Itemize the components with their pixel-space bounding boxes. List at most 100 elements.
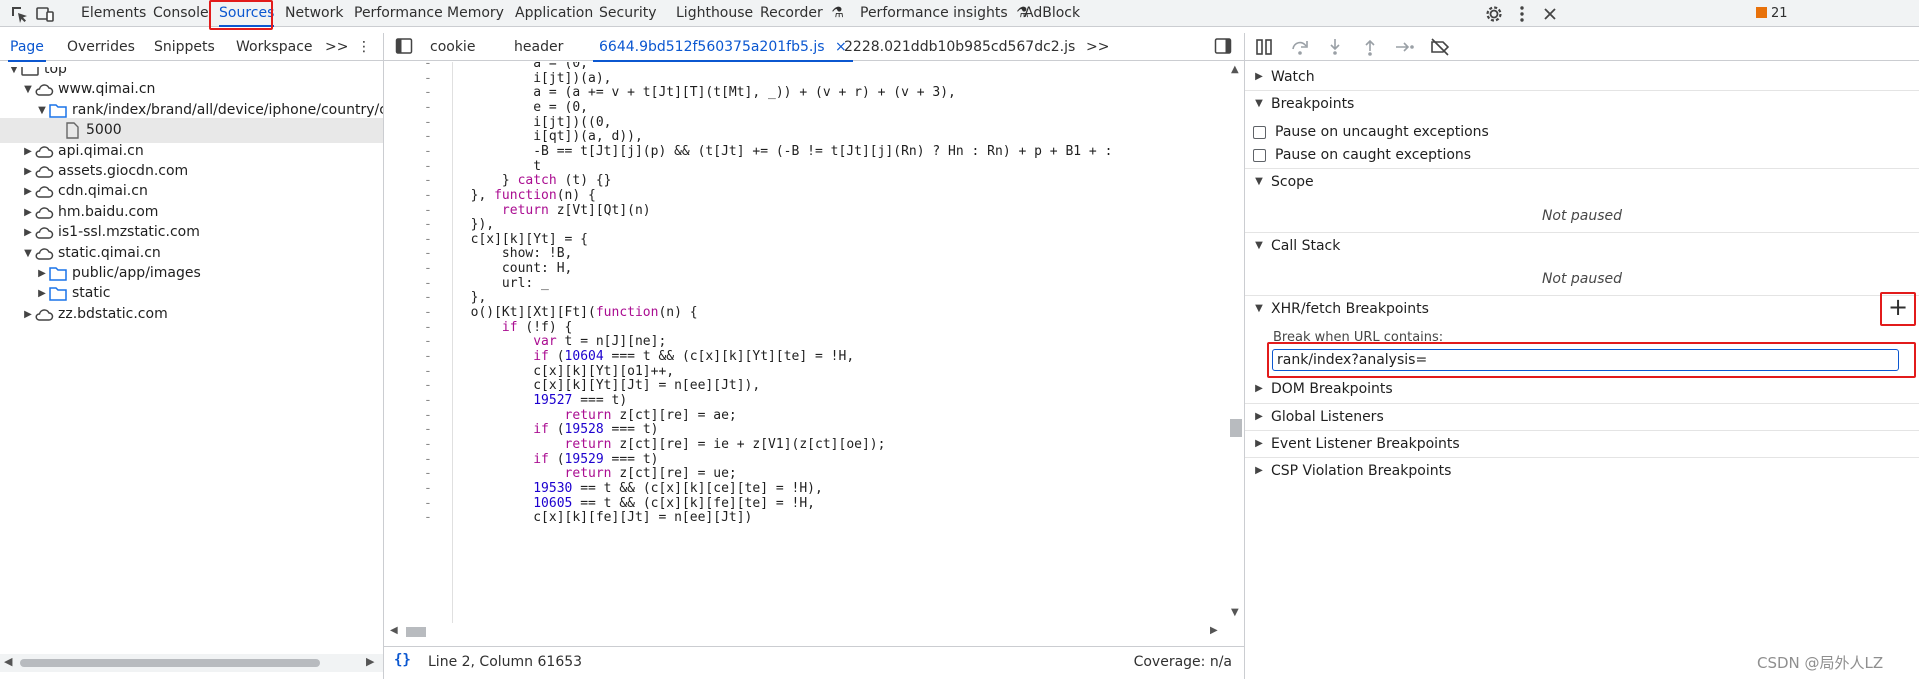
pretty-print-icon[interactable]: {} xyxy=(394,652,411,668)
step-out-icon[interactable] xyxy=(1359,37,1381,57)
global-listeners-section[interactable]: ▶ Global Listeners xyxy=(1245,403,1919,429)
file-icon xyxy=(62,122,82,139)
dom-breakpoints-label: DOM Breakpoints xyxy=(1271,381,1393,397)
watch-label: Watch xyxy=(1271,69,1315,85)
editor-tab-active-script[interactable]: 6644.9bd512f560375a201fb5.js × xyxy=(593,33,853,62)
nav-tab-page[interactable]: Page xyxy=(8,33,46,62)
tab-adblock[interactable]: AdBlock xyxy=(1024,0,1080,27)
step-icon[interactable] xyxy=(1394,37,1416,57)
nav-tab-snippets[interactable]: Snippets xyxy=(154,33,215,61)
scroll-down-arrow-icon[interactable]: ▼ xyxy=(1231,607,1239,618)
device-toolbar-icon[interactable] xyxy=(35,4,55,24)
checkbox-icon[interactable] xyxy=(1253,126,1266,139)
breakpoints-label: Breakpoints xyxy=(1271,96,1355,112)
more-tabs-chevron[interactable]: >> xyxy=(325,33,348,61)
tab-recorder-label: Recorder xyxy=(760,5,823,21)
call-stack-label: Call Stack xyxy=(1271,238,1341,254)
xhr-breakpoints-section[interactable]: ▼ XHR/fetch Breakpoints xyxy=(1245,295,1919,321)
cloud-icon xyxy=(34,143,54,160)
csp-violation-breakpoints-label: CSP Violation Breakpoints xyxy=(1271,463,1452,479)
add-button-highlight xyxy=(1880,292,1916,326)
folder-icon xyxy=(48,285,68,302)
checkbox-icon[interactable] xyxy=(1253,149,1266,162)
expand-arrow-icon: ▶ xyxy=(1255,411,1263,422)
folder-icon xyxy=(48,102,68,119)
settings-gear-icon[interactable] xyxy=(1484,4,1504,24)
expand-arrow-icon: ▶ xyxy=(1255,465,1263,476)
deactivate-breakpoints-icon[interactable] xyxy=(1429,37,1451,57)
scope-section[interactable]: ▼ Scope xyxy=(1245,168,1919,194)
editor-tab-cookie[interactable]: cookie xyxy=(430,33,475,61)
editor-status-bar: {} Line 2, Column 61653 Coverage: n/a xyxy=(384,646,1244,679)
dom-breakpoints-section[interactable]: ▶ DOM Breakpoints xyxy=(1245,376,1919,402)
sources-tab-highlight xyxy=(209,0,273,30)
editor-tab-label: 6644.9bd512f560375a201fb5.js xyxy=(599,39,825,55)
navigator-menu-icon[interactable]: ⋮ xyxy=(357,33,371,61)
tab-performance-insights[interactable]: Performance insights ⚗ xyxy=(860,0,1029,27)
tab-console[interactable]: Console xyxy=(153,0,209,27)
file-tree: ▼ top ▼ www.qimai.cn ▼ rank/index/brand/all/d… xyxy=(0,67,383,647)
call-stack-not-paused: Not paused xyxy=(1541,271,1623,287)
call-stack-section[interactable]: ▼ Call Stack xyxy=(1245,232,1919,258)
cloud-icon xyxy=(34,81,54,98)
event-listener-breakpoints-section[interactable]: ▶ Event Listener Breakpoints xyxy=(1245,430,1919,456)
coverage-status: Coverage: n/a xyxy=(1133,654,1232,670)
tab-memory[interactable]: Memory xyxy=(447,0,504,27)
step-over-icon[interactable] xyxy=(1289,37,1311,57)
editor-horizontal-scrollbar[interactable]: ◀ ▶ xyxy=(384,623,1228,641)
tab-lighthouse[interactable]: Lighthouse xyxy=(676,0,753,27)
csp-violation-breakpoints-section[interactable]: ▶ CSP Violation Breakpoints xyxy=(1245,457,1919,483)
event-listener-breakpoints-label: Event Listener Breakpoints xyxy=(1271,436,1460,452)
pause-icon[interactable] xyxy=(1254,37,1276,57)
scrollbar-thumb[interactable] xyxy=(1230,419,1242,437)
expand-arrow-icon: ▶ xyxy=(1255,383,1263,394)
xhr-input-highlight xyxy=(1267,342,1916,378)
issues-badge[interactable]: 21 xyxy=(1756,5,1788,22)
close-devtools-icon[interactable] xyxy=(1540,4,1560,24)
issue-flag-icon xyxy=(1756,7,1767,18)
editor-tab-header[interactable]: header xyxy=(514,33,563,61)
cloud-icon xyxy=(34,204,54,221)
nav-tab-workspace[interactable]: Workspace xyxy=(236,33,313,61)
editor-vertical-scrollbar[interactable]: ▲ ▼ xyxy=(1228,62,1244,623)
more-editor-tabs-chevron[interactable]: >> xyxy=(1086,33,1109,61)
watch-section[interactable]: ▶ Watch xyxy=(1245,64,1919,90)
tree-item[interactable]: ▶ zz.bdstatic.com xyxy=(0,302,383,327)
tab-elements[interactable]: Elements xyxy=(81,0,146,27)
cloud-icon xyxy=(34,183,54,200)
tab-security[interactable]: Security xyxy=(599,0,657,27)
scroll-right-arrow-icon[interactable]: ▶ xyxy=(1210,625,1218,636)
toggle-navigator-icon[interactable] xyxy=(395,33,413,61)
debugger-sidebar: ▶ Watch ▼ Breakpoints Pause on uncaught … xyxy=(1245,62,1919,482)
scrollbar-thumb[interactable] xyxy=(406,627,426,637)
devtools-toolbar: Elements Console Sources Network Perform… xyxy=(0,0,1919,27)
editor-tab-second-script[interactable]: 2228.021ddb10b985cd567dc2.js xyxy=(844,33,1075,61)
scroll-left-arrow-icon[interactable]: ◀ xyxy=(4,655,12,668)
collapse-arrow-icon: ▼ xyxy=(1255,240,1263,251)
tab-application[interactable]: Application xyxy=(515,0,593,27)
inspect-element-icon[interactable] xyxy=(9,4,29,24)
xhr-breakpoints-label: XHR/fetch Breakpoints xyxy=(1271,301,1429,317)
collapse-arrow-icon: ▼ xyxy=(1255,98,1263,109)
watermark: CSDN @局外人LZ xyxy=(1757,654,1884,672)
navigator-horizontal-scrollbar[interactable]: ◀ ▶ xyxy=(0,654,383,672)
scrollbar-thumb[interactable] xyxy=(20,659,320,667)
tab-network[interactable]: Network xyxy=(285,0,343,27)
step-into-icon[interactable] xyxy=(1324,37,1346,57)
scroll-right-arrow-icon[interactable]: ▶ xyxy=(366,655,374,668)
editor-tabs: cookie header 6644.9bd512f560375a201fb5.… xyxy=(384,33,1244,62)
tab-performance[interactable]: Performance xyxy=(354,0,443,27)
expand-arrow-icon[interactable]: ▶ xyxy=(22,302,34,327)
more-options-icon[interactable] xyxy=(1512,4,1532,24)
frame-icon xyxy=(20,67,40,78)
toggle-debugger-icon[interactable] xyxy=(1214,33,1232,61)
collapse-arrow-icon: ▼ xyxy=(1255,176,1263,187)
nav-tab-overrides[interactable]: Overrides xyxy=(67,33,135,61)
scroll-left-arrow-icon[interactable]: ◀ xyxy=(390,625,398,636)
folder-icon xyxy=(48,265,68,282)
tab-recorder[interactable]: Recorder ⚗ xyxy=(760,0,844,27)
code-editor[interactable]: - a = (0, - i[jt])(a), - a = (a += v + t[J… xyxy=(384,62,1228,623)
scroll-up-arrow-icon[interactable]: ▲ xyxy=(1231,64,1239,75)
breakpoints-section[interactable]: ▼ Breakpoints xyxy=(1245,90,1919,116)
cloud-icon xyxy=(34,163,54,180)
